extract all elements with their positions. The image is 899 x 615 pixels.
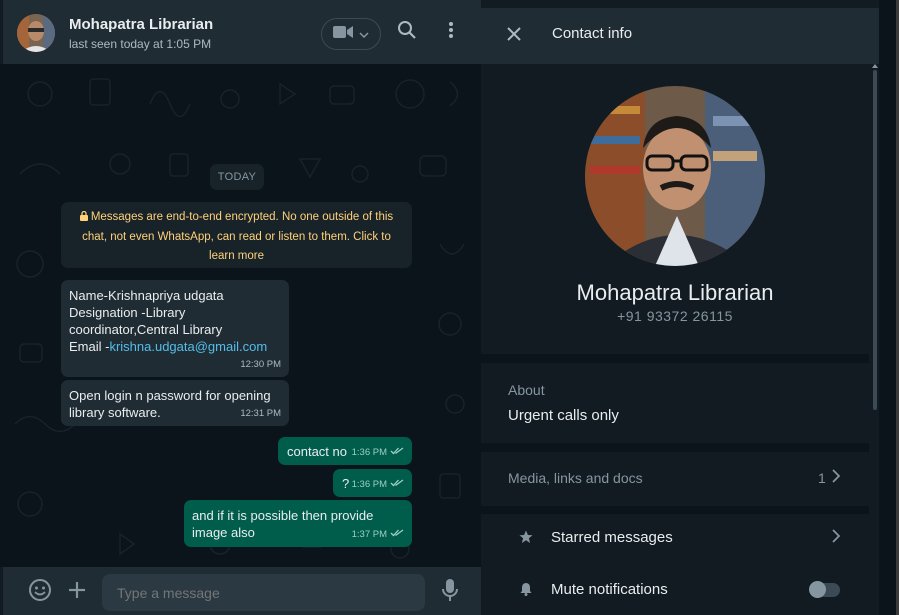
message-input[interactable] xyxy=(102,574,425,611)
star-icon xyxy=(517,528,535,546)
video-call-icon xyxy=(333,25,353,44)
double-check-icon xyxy=(390,444,404,461)
about-label: About xyxy=(508,382,545,398)
scrollbar[interactable] xyxy=(873,70,877,410)
bell-icon xyxy=(517,580,535,598)
message-meta: 1:36 PM xyxy=(352,444,404,461)
section-divider xyxy=(481,506,869,514)
message-time: 1:36 PM xyxy=(351,447,387,458)
chat-menu-button[interactable] xyxy=(439,20,463,44)
video-call-button[interactable] xyxy=(321,18,381,50)
last-seen-status: last seen today at 1:05 PM xyxy=(69,37,212,51)
search-button[interactable] xyxy=(395,20,419,44)
media-links-docs-row[interactable]: Media, links and docs 1 xyxy=(481,452,869,506)
section-divider xyxy=(481,354,869,363)
message-bubble-incoming[interactable]: Name-Krishnapriya udgata Designation -Li… xyxy=(61,280,289,377)
starred-messages-label: Starred messages xyxy=(551,529,673,546)
close-icon xyxy=(507,26,521,46)
mic-icon xyxy=(442,578,458,607)
section-divider xyxy=(481,443,869,452)
message-time: 1:36 PM xyxy=(351,479,387,490)
message-line: Name-Krishnapriya udgata xyxy=(69,288,224,303)
chat-pane: Mohapatra Librarian last seen today at 1… xyxy=(0,0,481,615)
message-bubble-outgoing[interactable]: contact no 1:36 PM xyxy=(278,437,412,465)
email-prefix: Email - xyxy=(69,339,110,354)
attach-icon xyxy=(68,581,86,604)
chevron-right-icon xyxy=(832,469,841,488)
voice-message-button[interactable] xyxy=(437,578,463,607)
panel-title: Contact info xyxy=(552,25,633,42)
message-bubble-incoming[interactable]: Open login n password for opening librar… xyxy=(61,380,289,426)
toggle-knob xyxy=(809,581,826,598)
double-check-icon xyxy=(390,526,404,543)
about-section: About Urgent calls only xyxy=(481,363,869,443)
message-time: 12:30 PM xyxy=(240,359,281,370)
mute-toggle[interactable] xyxy=(809,581,840,598)
contact-name: Mohapatra Librarian xyxy=(69,16,214,33)
message-bubble-outgoing[interactable]: ? 1:36 PM xyxy=(333,469,412,497)
emoji-icon xyxy=(28,578,52,607)
contact-info-header: Contact info xyxy=(481,8,879,64)
mute-notifications-row[interactable]: Mute notifications xyxy=(481,566,869,614)
search-icon xyxy=(397,20,417,45)
close-button[interactable] xyxy=(503,25,525,47)
message-meta: 1:36 PM xyxy=(352,476,404,493)
scroll-up-arrow[interactable] xyxy=(872,64,878,68)
message-meta: 1:37 PM xyxy=(352,526,404,543)
encryption-notice-text: Messages are end-to-end encrypted. No on… xyxy=(82,211,394,262)
media-count: 1 xyxy=(818,470,826,486)
message-bubble-outgoing[interactable]: and if it is possible then provide image… xyxy=(184,500,412,547)
message-time: 12:31 PM xyxy=(240,408,281,419)
email-link[interactable]: krishna.udgata@gmail.com xyxy=(109,339,267,354)
about-text: Urgent calls only xyxy=(508,407,619,424)
message-line: Designation -Library xyxy=(69,305,186,320)
double-check-icon xyxy=(390,476,404,493)
contact-name: Mohapatra Librarian xyxy=(576,280,774,305)
message-line: and if it is possible then provide xyxy=(192,508,374,523)
contact-avatar[interactable] xyxy=(17,14,55,52)
chevron-right-icon xyxy=(832,529,841,548)
lock-icon xyxy=(79,209,88,228)
contact-info-panel: Contact info Mohapatra Librarian +91 933… xyxy=(481,0,899,615)
media-label: Media, links and docs xyxy=(508,470,643,486)
contact-phone: +91 93372 26115 xyxy=(617,308,733,324)
menu-icon xyxy=(448,21,454,44)
date-separator: TODAY xyxy=(210,164,264,190)
chevron-down-icon xyxy=(359,25,369,43)
message-composer xyxy=(0,567,481,615)
chat-header[interactable]: Mohapatra Librarian last seen today at 1… xyxy=(0,0,481,64)
message-line: Open login n password for opening xyxy=(69,388,271,403)
emoji-button[interactable] xyxy=(27,578,53,607)
encryption-notice[interactable]: Messages are end-to-end encrypted. No on… xyxy=(61,202,412,268)
profile-photo[interactable] xyxy=(585,86,765,266)
mute-notifications-label: Mute notifications xyxy=(551,581,668,598)
actions-section: Starred messages Mute notifications xyxy=(481,514,869,615)
message-time: 1:37 PM xyxy=(351,529,387,540)
starred-messages-row[interactable]: Starred messages xyxy=(481,514,869,562)
profile-section: Mohapatra Librarian +91 93372 26115 xyxy=(481,64,869,354)
attach-button[interactable] xyxy=(64,579,90,605)
message-line: coordinator,Central Library xyxy=(69,322,223,337)
